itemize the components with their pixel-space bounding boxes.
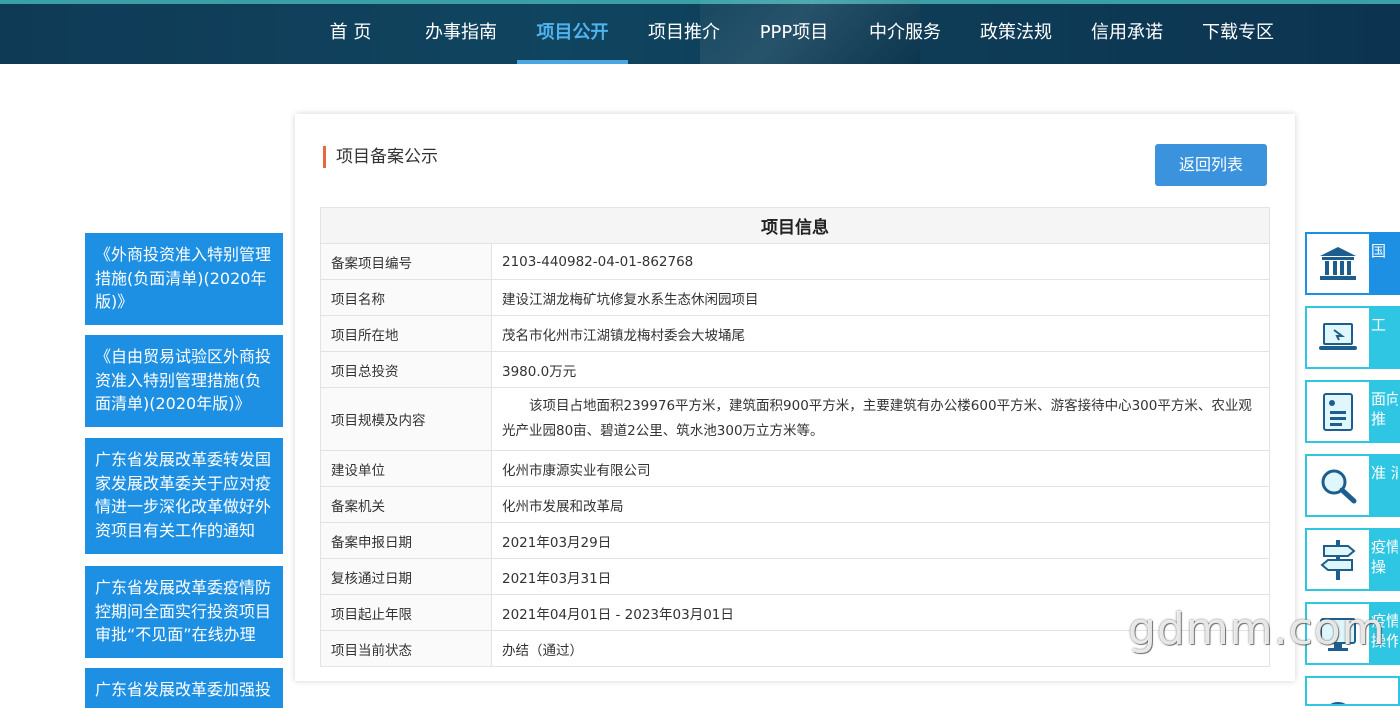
project-info-table: 项目信息 备案项目编号 2103-440982-04-01-862768 项目名…	[320, 207, 1270, 667]
side-widget-partial[interactable]	[1305, 676, 1400, 706]
nav-downloads[interactable]: 下载专区	[1191, 4, 1285, 64]
left-link-ftz-negative-list[interactable]: 《自由贸易试验区外商投资准入特别管理措施(负面清单)(2020年版)》	[85, 335, 283, 427]
signpost-icon	[1307, 530, 1369, 589]
table-title: 项目信息	[320, 207, 1270, 244]
table-row: 项目所在地 茂名市化州市江湖镇龙梅村委会大坡埇尾	[320, 315, 1270, 352]
side-widget-label: 疫情 操	[1369, 530, 1398, 589]
side-widget-label: 工	[1369, 308, 1398, 367]
left-link-epidemic-foreign-investment[interactable]: 广东省发展改革委转发国家发展改革委关于应对疫情进一步深化改革做好外资项目有关工作…	[85, 438, 283, 554]
row-value: 2103-440982-04-01-862768	[491, 243, 1270, 280]
row-label: 备案机关	[320, 486, 492, 523]
side-widget-facing[interactable]: 面向 推	[1305, 380, 1400, 443]
row-label: 项目规模及内容	[320, 387, 492, 451]
row-label: 项目名称	[320, 279, 492, 316]
nav-agency-services[interactable]: 中介服务	[858, 4, 952, 64]
side-widget-label: 面向 推	[1369, 382, 1398, 441]
project-detail-card: 项目备案公示 返回列表 项目信息 备案项目编号 2103-440982-04-0…	[295, 114, 1295, 681]
table-row: 备案申报日期 2021年03月29日	[320, 522, 1270, 559]
scale-content-text: 该项目占地面积239976平方米，建筑面积900平方米，主要建筑有办公楼600平…	[502, 398, 1252, 439]
side-widget-label: 准 清	[1369, 456, 1398, 515]
side-widget-label: 国	[1369, 234, 1398, 293]
table-row: 建设单位 化州市康源实业有限公司	[320, 450, 1270, 487]
row-label: 项目所在地	[320, 315, 492, 352]
table-row: 备案机关 化州市发展和改革局	[320, 486, 1270, 523]
table-row: 项目规模及内容 该项目占地面积239976平方米，建筑面积900平方米，主要建筑…	[320, 387, 1270, 451]
section-title: 项目备案公示	[323, 145, 438, 169]
table-row: 项目总投资 3980.0万元	[320, 351, 1270, 388]
top-nav-bar: 首 页 办事指南 项目公开 项目推介 PPP项目 中介服务 政策法规 信用承诺 …	[0, 0, 1400, 64]
row-label: 复核通过日期	[320, 558, 492, 595]
row-label: 项目起止年限	[320, 594, 492, 631]
nav-project-promotion[interactable]: 项目推介	[637, 4, 731, 64]
row-value: 化州市发展和改革局	[491, 486, 1270, 523]
left-link-online-approval[interactable]: 广东省发展改革委疫情防控期间全面实行投资项目审批“不见面”在线办理	[85, 566, 283, 658]
table-row: 备案项目编号 2103-440982-04-01-862768	[320, 243, 1270, 280]
nav-project-disclosure[interactable]: 项目公开	[517, 4, 628, 64]
nav-guide[interactable]: 办事指南	[414, 4, 508, 64]
search-icon	[1307, 456, 1369, 515]
partial-icon	[1307, 678, 1369, 704]
side-widget-national[interactable]: 国	[1305, 232, 1400, 295]
bank-icon	[1307, 234, 1369, 293]
row-value: 建设江湖龙梅矿坑修复水系生态休闲园项目	[491, 279, 1270, 316]
row-value: 茂名市化州市江湖镇龙梅村委会大坡埇尾	[491, 315, 1270, 352]
side-widget-epidemic-ops[interactable]: 疫情 操	[1305, 528, 1400, 591]
nav-ppp[interactable]: PPP项目	[749, 4, 839, 64]
laptop-icon	[1307, 308, 1369, 367]
row-value: 2021年03月29日	[491, 522, 1270, 559]
row-label: 建设单位	[320, 450, 492, 487]
side-widget-work[interactable]: 工	[1305, 306, 1400, 369]
side-widget-access-list[interactable]: 准 清	[1305, 454, 1400, 517]
document-icon	[1307, 382, 1369, 441]
table-row: 复核通过日期 2021年03月31日	[320, 558, 1270, 595]
row-value: 化州市康源实业有限公司	[491, 450, 1270, 487]
table-row: 项目名称 建设江湖龙梅矿坑修复水系生态休闲园项目	[320, 279, 1270, 316]
left-link-negative-list[interactable]: 《外商投资准入特别管理措施(负面清单)(2020年版)》	[85, 233, 283, 325]
watermark: gdmm.com	[1128, 604, 1386, 655]
row-label: 备案项目编号	[320, 243, 492, 280]
nav-policies[interactable]: 政策法规	[969, 4, 1063, 64]
row-value: 2021年03月31日	[491, 558, 1270, 595]
left-link-strengthen[interactable]: 广东省发展改革委加强投	[85, 668, 283, 708]
row-label: 项目总投资	[320, 351, 492, 388]
row-label: 项目当前状态	[320, 630, 492, 667]
back-to-list-button[interactable]: 返回列表	[1155, 144, 1267, 186]
nav-credit-commitment[interactable]: 信用承诺	[1080, 4, 1174, 64]
nav-home[interactable]: 首 页	[318, 4, 383, 64]
row-value: 3980.0万元	[491, 351, 1270, 388]
row-label: 备案申报日期	[320, 522, 492, 559]
row-value: 该项目占地面积239976平方米，建筑面积900平方米，主要建筑有办公楼600平…	[491, 387, 1270, 451]
